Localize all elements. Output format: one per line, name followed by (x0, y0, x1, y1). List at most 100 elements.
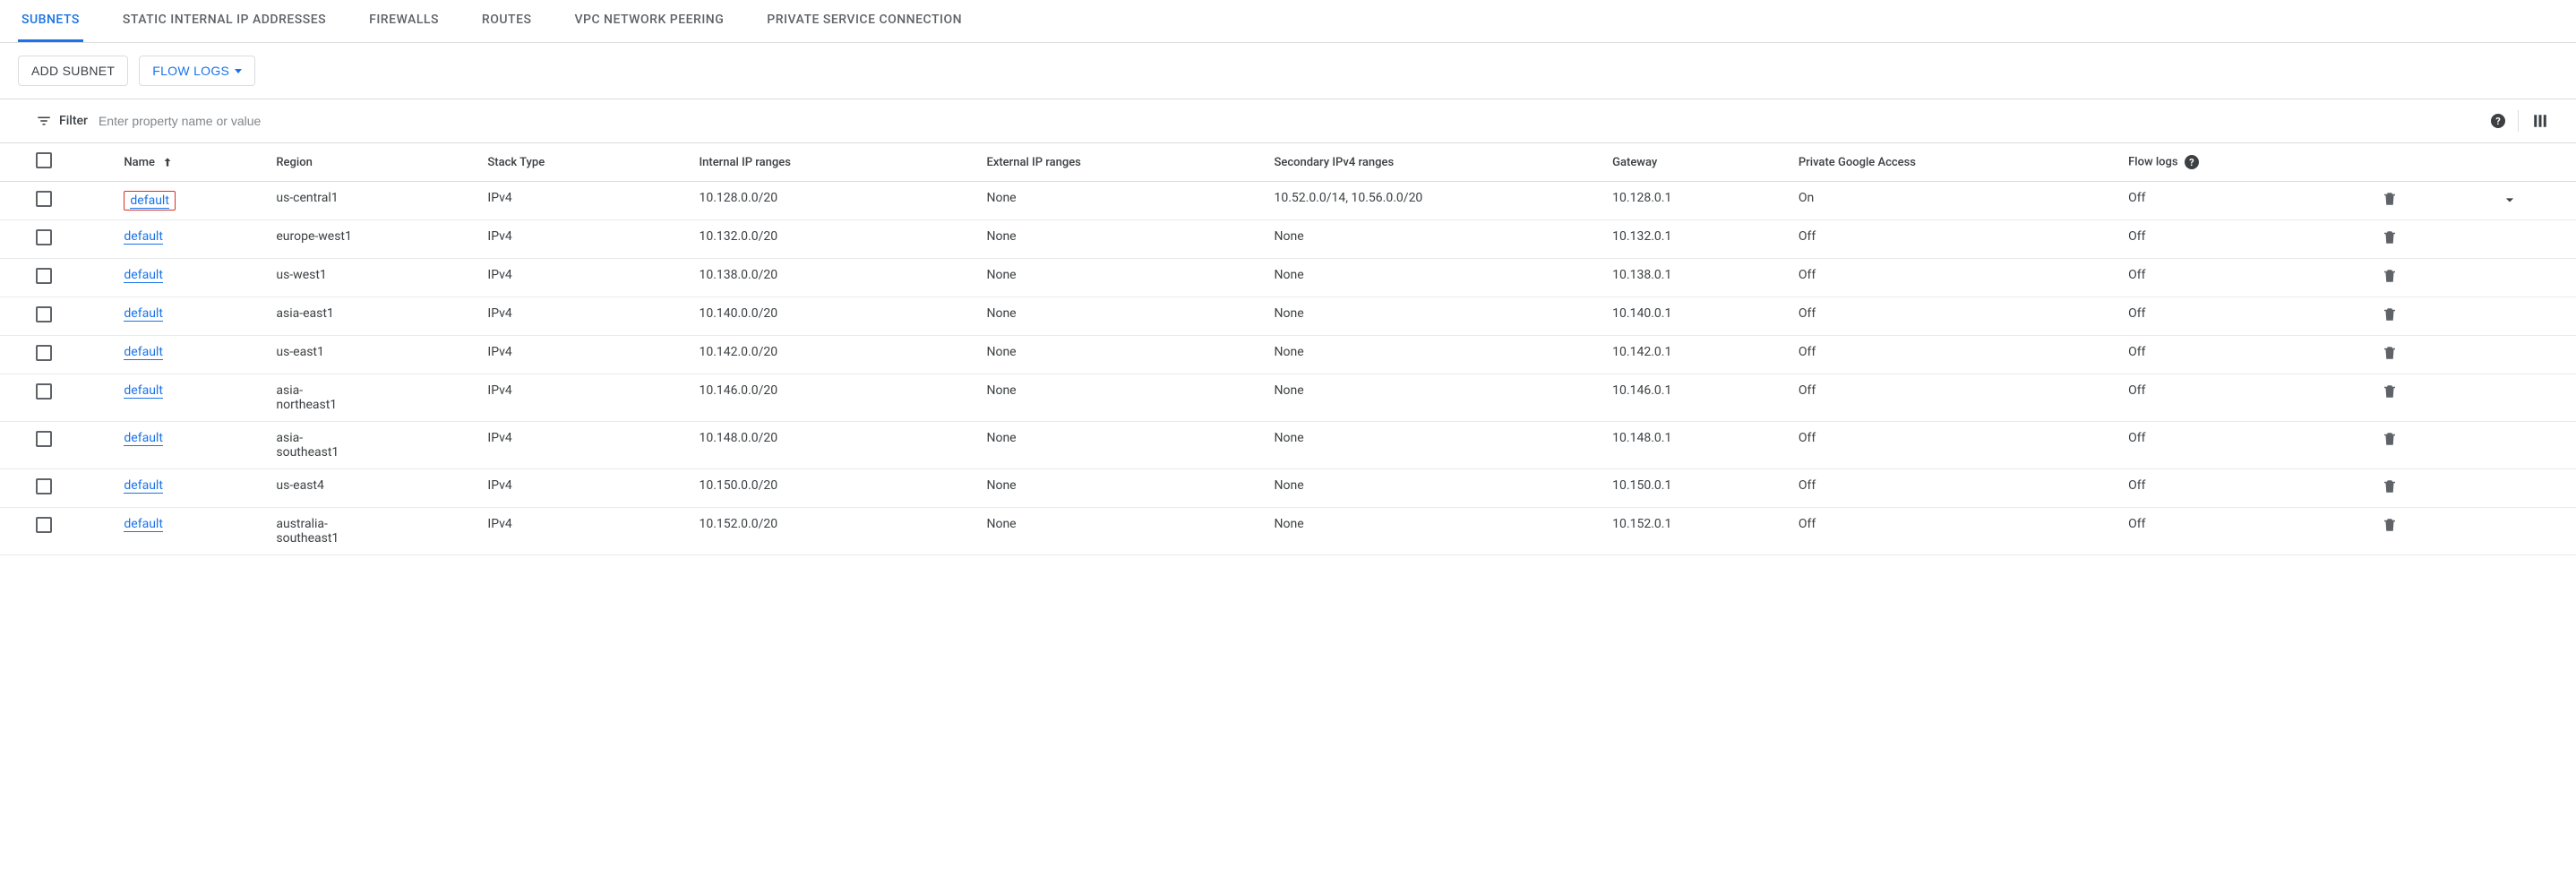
filter-input[interactable] (95, 108, 2480, 133)
col-secondary[interactable]: Secondary IPv4 ranges (1265, 143, 1603, 182)
select-all-checkbox[interactable] (36, 152, 52, 168)
delete-icon[interactable] (2382, 383, 2482, 400)
cell-stack: IPv4 (478, 422, 690, 469)
row-checkbox[interactable] (36, 306, 52, 322)
cell-internal: 10.148.0.0/20 (690, 422, 977, 469)
subnet-name-link[interactable]: default (124, 229, 163, 245)
cell-name: default (115, 422, 267, 469)
cell-name: default (115, 182, 267, 220)
table-row: default asia-east1 IPv4 10.140.0.0/20 No… (0, 297, 2576, 336)
row-checkbox[interactable] (36, 517, 52, 533)
subnet-name-link[interactable]: default (130, 193, 169, 209)
subnet-name-link[interactable]: default (124, 478, 163, 494)
cell-actions (2373, 297, 2491, 336)
cell-name: default (115, 508, 267, 555)
col-internal-ip[interactable]: Internal IP ranges (690, 143, 977, 182)
cell-name: default (115, 469, 267, 508)
cell-external: None (977, 297, 1265, 336)
tab-subnets[interactable]: SUBNETS (18, 0, 83, 42)
cell-pga: Off (1790, 422, 2119, 469)
row-checkbox[interactable] (36, 229, 52, 245)
cell-stack: IPv4 (478, 297, 690, 336)
row-checkbox[interactable] (36, 383, 52, 400)
cell-stack: IPv4 (478, 182, 690, 220)
subnet-name-link[interactable]: default (124, 383, 163, 399)
cell-name: default (115, 336, 267, 374)
cell-flow: Off (2119, 336, 2373, 374)
cell-gateway: 10.146.0.1 (1603, 374, 1790, 422)
row-checkbox[interactable] (36, 345, 52, 361)
cell-flow: Off (2119, 469, 2373, 508)
cell-expand (2492, 508, 2576, 555)
cell-stack: IPv4 (478, 374, 690, 422)
column-settings-icon[interactable] (2531, 113, 2549, 129)
tab-firewalls[interactable]: FIREWALLS (365, 0, 442, 42)
cell-region: us-east1 (267, 336, 478, 374)
cell-external: None (977, 182, 1265, 220)
add-subnet-button[interactable]: ADD SUBNET (18, 56, 128, 86)
row-checkbox[interactable] (36, 191, 52, 207)
filter-icon[interactable] (36, 113, 52, 129)
cell-secondary: None (1265, 508, 1603, 555)
delete-icon[interactable] (2382, 517, 2482, 533)
actions-bar: ADD SUBNET FLOW LOGS (0, 43, 2576, 99)
delete-icon[interactable] (2382, 306, 2482, 322)
cell-internal: 10.152.0.0/20 (690, 508, 977, 555)
cell-name: default (115, 297, 267, 336)
dropdown-arrow-icon (235, 69, 242, 73)
delete-icon[interactable] (2382, 478, 2482, 494)
help-icon[interactable]: ? (2185, 155, 2199, 169)
col-pga[interactable]: Private Google Access (1790, 143, 2119, 182)
col-external-ip[interactable]: External IP ranges (977, 143, 1265, 182)
cell-gateway: 10.132.0.1 (1603, 220, 1790, 259)
flow-logs-dropdown[interactable]: FLOW LOGS (139, 56, 255, 86)
cell-pga: Off (1790, 297, 2119, 336)
delete-icon[interactable] (2382, 229, 2482, 245)
col-region[interactable]: Region (267, 143, 478, 182)
cell-expand (2492, 336, 2576, 374)
row-checkbox[interactable] (36, 431, 52, 447)
cell-region: us-central1 (267, 182, 478, 220)
filter-label: Filter (59, 114, 88, 128)
expand-row-icon[interactable] (2501, 191, 2567, 209)
row-checkbox[interactable] (36, 268, 52, 284)
row-checkbox[interactable] (36, 478, 52, 494)
subnet-name-link[interactable]: default (124, 306, 163, 322)
delete-icon[interactable] (2382, 268, 2482, 284)
tab-static-ips[interactable]: STATIC INTERNAL IP ADDRESSES (119, 0, 330, 42)
col-name[interactable]: Name (115, 143, 267, 182)
cell-internal: 10.128.0.0/20 (690, 182, 977, 220)
tab-routes[interactable]: ROUTES (478, 0, 536, 42)
cell-actions (2373, 374, 2491, 422)
tab-peering[interactable]: VPC NETWORK PEERING (571, 0, 727, 42)
help-icon[interactable]: ? (2487, 114, 2505, 128)
cell-flow: Off (2119, 259, 2373, 297)
cell-gateway: 10.138.0.1 (1603, 259, 1790, 297)
cell-flow: Off (2119, 508, 2373, 555)
cell-stack: IPv4 (478, 259, 690, 297)
delete-icon[interactable] (2382, 345, 2482, 361)
subnet-name-link[interactable]: default (124, 268, 163, 283)
col-gateway[interactable]: Gateway (1603, 143, 1790, 182)
subnet-name-link[interactable]: default (124, 517, 163, 532)
cell-external: None (977, 508, 1265, 555)
cell-stack: IPv4 (478, 469, 690, 508)
cell-name: default (115, 220, 267, 259)
table-row: default us-west1 IPv4 10.138.0.0/20 None… (0, 259, 2576, 297)
subnet-name-link[interactable]: default (124, 431, 163, 446)
cell-gateway: 10.142.0.1 (1603, 336, 1790, 374)
cell-external: None (977, 469, 1265, 508)
cell-external: None (977, 220, 1265, 259)
col-stack-type[interactable]: Stack Type (478, 143, 690, 182)
delete-icon[interactable] (2382, 431, 2482, 447)
cell-stack: IPv4 (478, 220, 690, 259)
delete-icon[interactable] (2382, 191, 2482, 207)
cell-secondary: None (1265, 422, 1603, 469)
col-flow-logs[interactable]: Flow logs ? (2119, 143, 2373, 182)
cell-flow: Off (2119, 374, 2373, 422)
tab-psc[interactable]: PRIVATE SERVICE CONNECTION (763, 0, 966, 42)
subnet-name-link[interactable]: default (124, 345, 163, 360)
cell-external: None (977, 336, 1265, 374)
cell-expand (2492, 469, 2576, 508)
col-flow-label: Flow logs (2128, 156, 2177, 169)
